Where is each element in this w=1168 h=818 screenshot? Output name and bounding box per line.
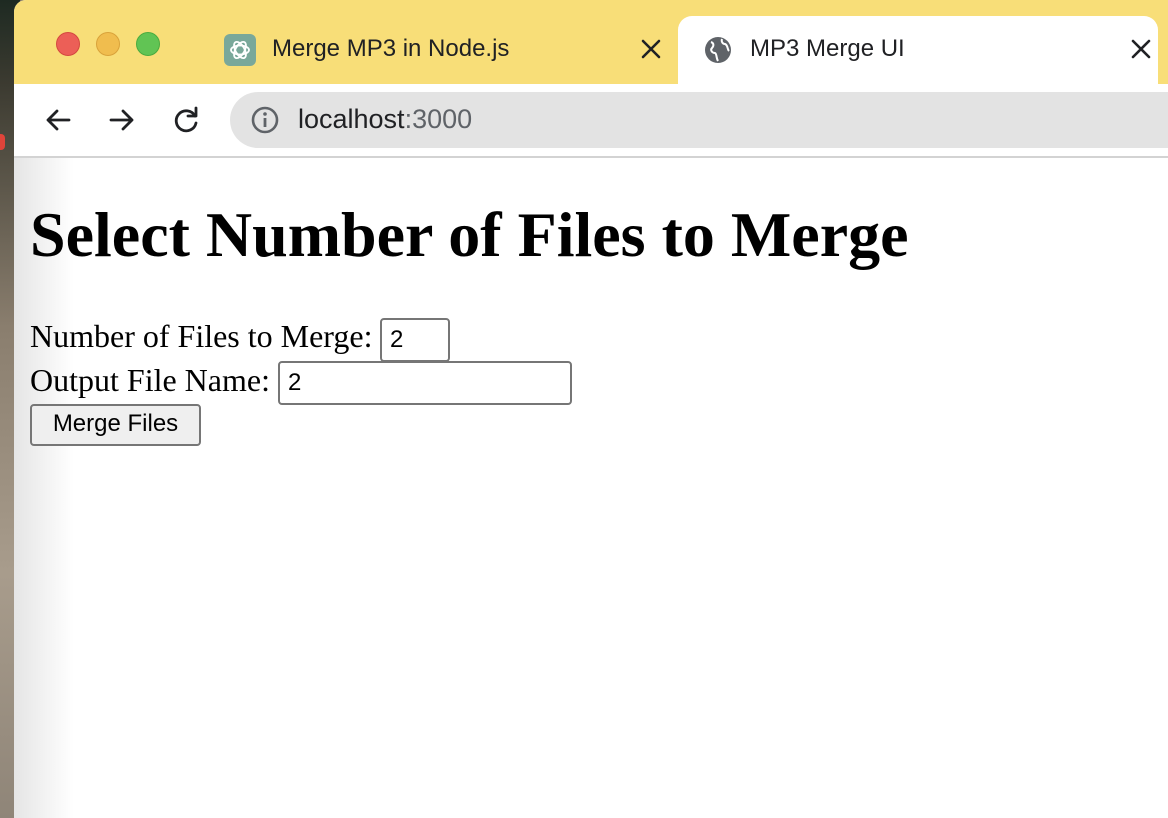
reload-icon[interactable] <box>170 104 202 136</box>
minimize-window-button[interactable] <box>96 32 120 56</box>
back-arrow-icon[interactable] <box>42 104 74 136</box>
chatgpt-icon <box>224 34 256 66</box>
tab-mp3-merge-ui[interactable]: MP3 Merge UI <box>678 16 1158 84</box>
close-tab-icon[interactable] <box>1130 38 1152 60</box>
close-tab-icon[interactable] <box>640 38 662 60</box>
desktop-window-edge <box>0 134 5 150</box>
tab-merge-mp3-node[interactable]: Merge MP3 in Node.js <box>204 16 674 84</box>
output-name-input[interactable]: 2 <box>278 361 572 405</box>
tab-title: MP3 Merge UI <box>750 35 905 62</box>
maximize-window-button[interactable] <box>136 32 160 56</box>
url-text[interactable]: localhost:3000 <box>298 104 472 135</box>
site-info-icon[interactable] <box>250 105 280 135</box>
merge-files-button[interactable]: Merge Files <box>30 404 201 446</box>
close-window-button[interactable] <box>56 32 80 56</box>
page-content: Select Number of Files to Merge Number o… <box>14 158 1168 818</box>
address-bar[interactable]: localhost:3000 <box>230 92 1168 148</box>
url-port: :3000 <box>404 104 473 134</box>
page-title: Select Number of Files to Merge <box>30 199 909 270</box>
globe-icon <box>702 34 734 66</box>
url-host: localhost <box>298 104 405 134</box>
tab-title: Merge MP3 in Node.js <box>272 35 510 62</box>
num-files-label: Number of Files to Merge: <box>30 318 373 354</box>
browser-window: Merge MP3 in Node.js MP3 Merge UI localh… <box>14 0 1168 818</box>
title-bar: Merge MP3 in Node.js MP3 Merge UI <box>14 0 1168 84</box>
num-files-input[interactable]: 2 <box>380 318 450 362</box>
browser-toolbar: localhost:3000 <box>14 84 1168 158</box>
output-name-label: Output File Name: <box>30 362 270 398</box>
forward-arrow-icon[interactable] <box>106 104 138 136</box>
